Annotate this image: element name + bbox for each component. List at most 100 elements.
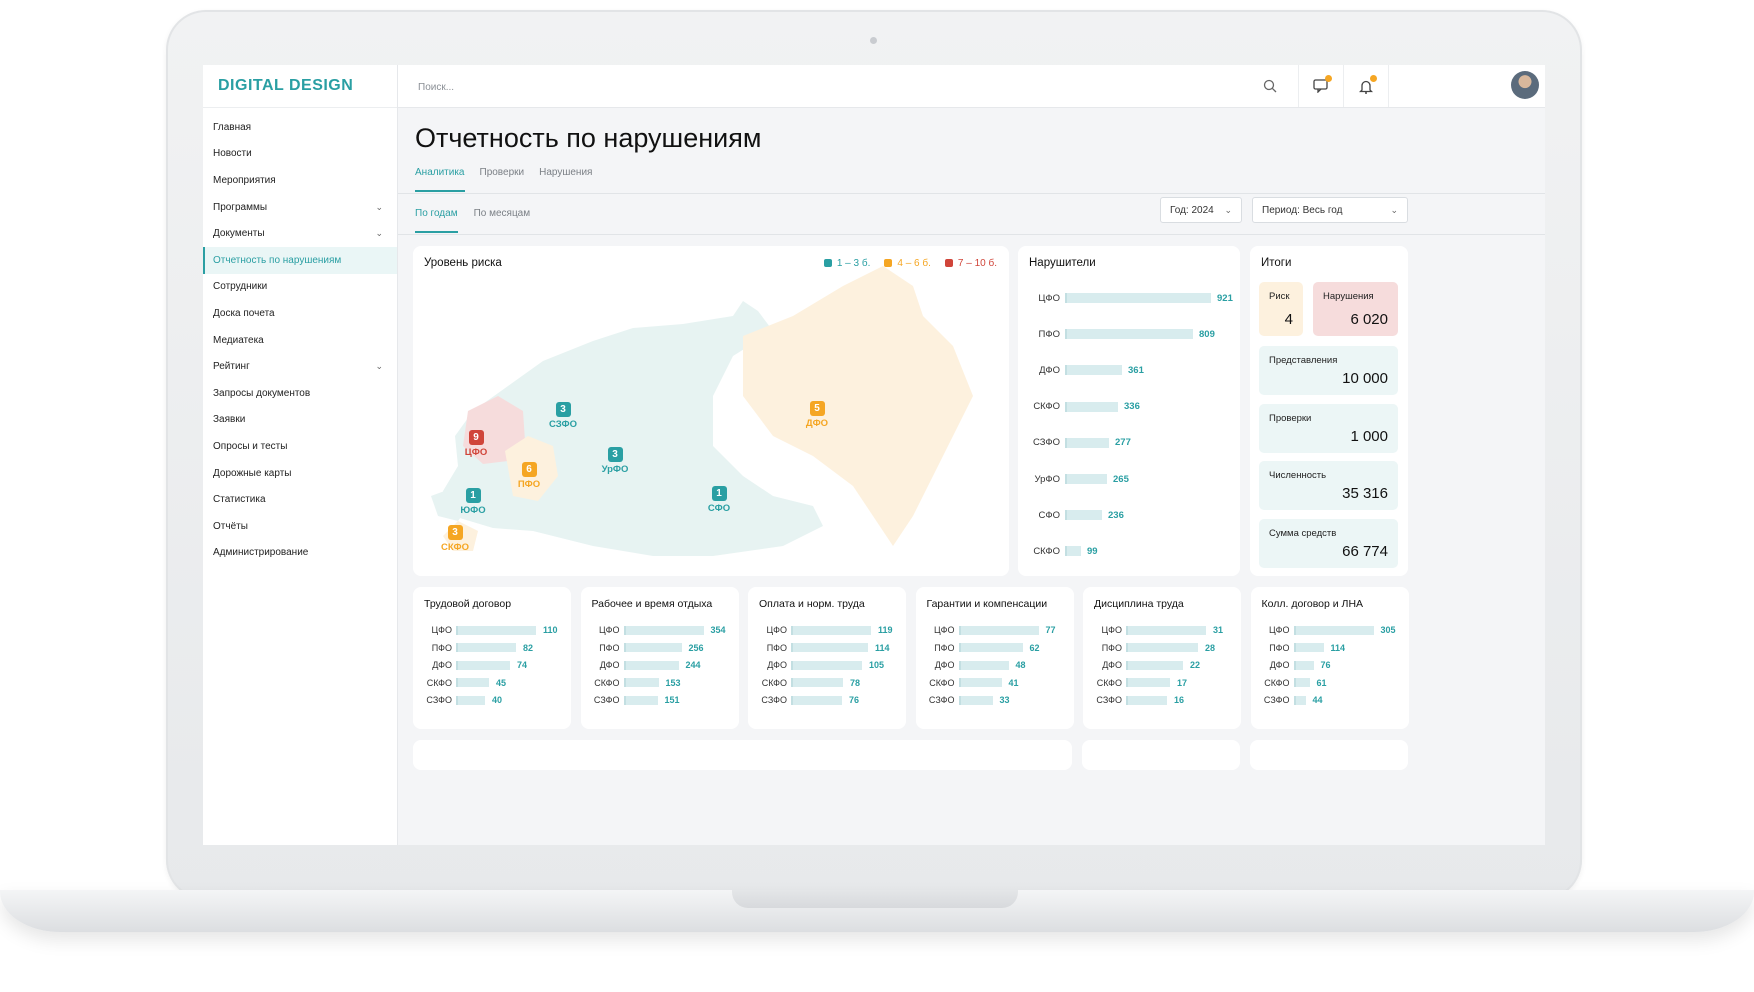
sidebar-item[interactable]: Главная	[203, 114, 397, 141]
category-bar	[623, 695, 658, 705]
category-value: 33	[999, 695, 1010, 705]
category-region: СКФО	[1096, 677, 1122, 688]
region-marker[interactable]: 5 ДФО	[805, 401, 829, 429]
category-value: 110	[543, 625, 558, 635]
violator-bar	[1065, 474, 1107, 484]
region-marker[interactable]: 6 ПФО	[517, 462, 541, 490]
sidebar-item[interactable]: Рейтинг ⌄	[203, 353, 397, 380]
sidebar-item[interactable]: Администрирование	[203, 540, 397, 567]
sidebar-item[interactable]: Доска почета	[203, 300, 397, 327]
sidebar-item[interactable]: Запросы документов	[203, 380, 397, 407]
violator-region: СКФО	[1033, 401, 1060, 413]
violator-bar	[1065, 365, 1122, 376]
chat-icon[interactable]	[1299, 65, 1343, 107]
region-name: ЦФО	[464, 447, 488, 458]
tab[interactable]: Нарушения	[539, 167, 592, 192]
category-region: ПФО	[431, 642, 452, 653]
sidebar-item[interactable]: Отчетность по нарушениям	[203, 246, 397, 274]
category-row: ЦФО 305	[1251, 624, 1396, 636]
violator-region: СФО	[1038, 509, 1060, 521]
category-value: 61	[1316, 677, 1327, 688]
region-score-badge: 9	[468, 430, 484, 445]
period-select[interactable]: Период: Весь год ⌄	[1252, 197, 1408, 223]
category-bar	[623, 678, 659, 687]
violator-value: 809	[1199, 328, 1215, 340]
chevron-down-icon: ⌄	[1224, 204, 1232, 215]
region-marker[interactable]: 3 СЗФО	[549, 402, 577, 430]
category-bar	[1293, 625, 1374, 635]
total-label: Представления	[1269, 355, 1338, 366]
category-value: 48	[1015, 660, 1026, 670]
category-value: 114	[875, 642, 890, 653]
tab[interactable]: Аналитика	[415, 167, 465, 192]
sidebar-item-label: Новости	[213, 148, 252, 160]
year-select[interactable]: Год: 2024 ⌄	[1160, 197, 1242, 223]
sidebar-item[interactable]: Заявки	[203, 407, 397, 434]
category-region: ПФО	[1101, 642, 1122, 653]
category-bar	[1126, 643, 1198, 652]
app-logo[interactable]: DIGITAL DESIGN	[203, 65, 397, 108]
violator-region: СКФО	[1033, 545, 1060, 557]
category-card: Дисциплина труда ЦФО 31 ПФО 28 ДФО 22 СКФО 17 СЗФ…	[1083, 587, 1241, 729]
laptop-camera	[870, 37, 877, 44]
subtab[interactable]: По годам	[415, 208, 458, 233]
region-name: СЗФО	[549, 419, 577, 430]
sidebar-item-label: Дорожные карты	[213, 467, 292, 479]
sidebar-item[interactable]: Мероприятия	[203, 167, 397, 194]
category-row: СКФО 45	[413, 677, 506, 689]
violator-row: ЦФО 921	[1018, 291, 1233, 305]
total-value: 35 316	[1342, 485, 1388, 502]
category-value: 151	[664, 695, 680, 705]
region-marker[interactable]: 3 СКФО	[441, 525, 469, 553]
category-card: Рабочее и время отдыха ЦФО 354 ПФО 256 ДФО 244…	[580, 587, 739, 729]
category-region: СКФО	[761, 677, 787, 688]
category-bar	[623, 660, 679, 670]
violator-bar	[1065, 546, 1081, 557]
sidebar-item-label: Отчёты	[213, 520, 248, 532]
sidebar-item[interactable]: Статистика	[203, 486, 397, 513]
violator-row: СКФО 99	[1018, 544, 1097, 558]
subtab[interactable]: По месяцам	[474, 208, 531, 233]
violator-value: 277	[1115, 437, 1131, 449]
category-row: ПФО 256	[581, 642, 703, 654]
region-marker[interactable]: 9 ЦФО	[464, 430, 488, 458]
category-card-title: Гарантии и компенсации	[926, 598, 1048, 610]
sidebar-item[interactable]: Отчёты	[203, 513, 397, 540]
category-value: 105	[869, 660, 885, 670]
total-value: 10 000	[1342, 370, 1388, 387]
violator-row: СФО 236	[1018, 508, 1124, 522]
search-icon[interactable]	[1248, 65, 1292, 107]
category-row: СКФО 153	[581, 677, 680, 689]
sidebar-item[interactable]: Новости	[203, 141, 397, 168]
total-item: Численность 35 316	[1259, 461, 1398, 510]
region-marker[interactable]: 3 УрФО	[602, 447, 628, 475]
sidebar-item[interactable]: Медиатека	[203, 327, 397, 354]
sidebar-item[interactable]: Дорожные карты	[203, 460, 397, 487]
category-region: ЦФО	[1268, 625, 1290, 635]
violator-row: ПФО 809	[1018, 327, 1215, 341]
tab[interactable]: Проверки	[480, 167, 525, 192]
category-row: СКФО 78	[748, 677, 860, 689]
category-bar	[456, 643, 516, 652]
sidebar-item-label: Заявки	[213, 414, 246, 426]
category-value: 62	[1029, 642, 1040, 653]
violators-card: Нарушители ЦФО 921 ПФО 809 ДФО 361 СКФО 336 СЗФО…	[1018, 246, 1240, 576]
category-bar	[791, 643, 868, 652]
avatar[interactable]	[1511, 71, 1539, 99]
violators-title: Нарушители	[1029, 257, 1096, 269]
category-region: СЗФО	[426, 695, 452, 705]
category-row: СЗФО 33	[916, 694, 1010, 706]
bell-icon[interactable]	[1344, 65, 1388, 107]
sidebar-item[interactable]: Документы ⌄	[203, 220, 397, 247]
category-region: СЗФО	[761, 695, 787, 705]
category-bar	[958, 643, 1023, 652]
sidebar-item[interactable]: Сотрудники	[203, 274, 397, 301]
sidebar-item[interactable]: Программы ⌄	[203, 194, 397, 221]
region-marker[interactable]: 1 СФО	[707, 486, 731, 514]
category-region: ЦФО	[431, 625, 452, 635]
category-row: СЗФО 44	[1251, 694, 1323, 706]
sidebar-item[interactable]: Опросы и тесты	[203, 433, 397, 460]
total-label: Проверки	[1269, 412, 1312, 424]
category-region: ПФО	[934, 642, 955, 653]
region-marker[interactable]: 1 ЮФО	[460, 488, 486, 516]
